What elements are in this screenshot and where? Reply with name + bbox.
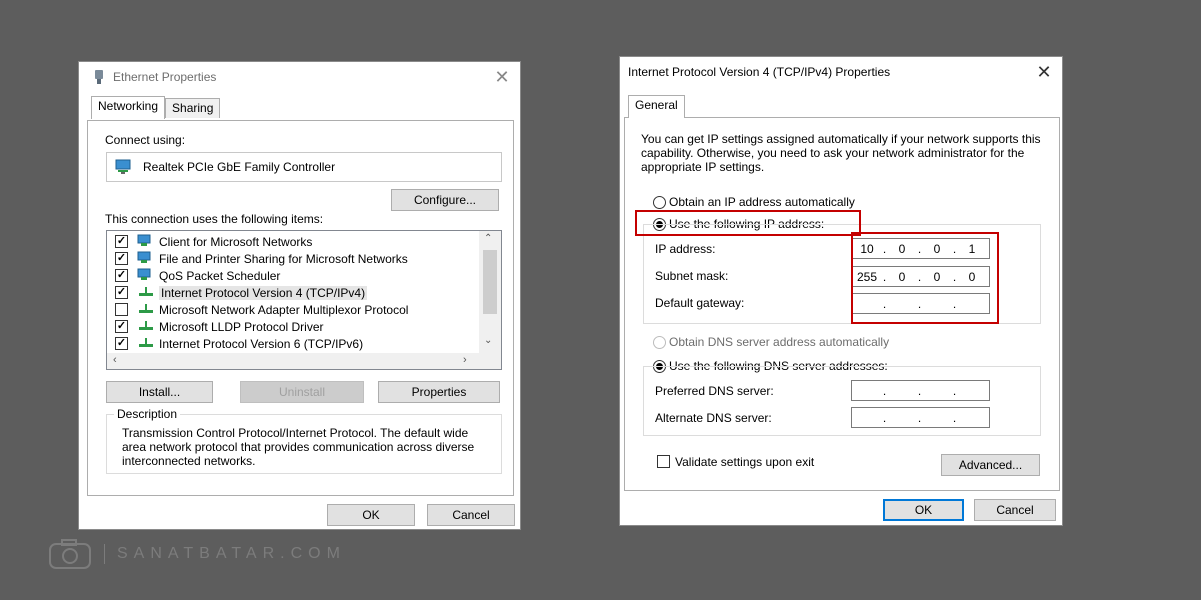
tab-sharing[interactable]: Sharing bbox=[165, 98, 221, 118]
preferred-dns-field[interactable]: . . . bbox=[851, 380, 990, 401]
protocol-icon bbox=[139, 287, 153, 296]
list-item[interactable]: ✓ Internet Protocol Version 6 (TCP/IPv6) bbox=[107, 335, 477, 352]
camera-icon bbox=[49, 539, 91, 569]
adapter-box: Realtek PCIe GbE Family Controller bbox=[106, 152, 502, 182]
list-item-label: Microsoft LLDP Protocol Driver bbox=[159, 320, 324, 334]
item-checkbox[interactable]: ✓ bbox=[115, 269, 128, 282]
item-checkbox[interactable] bbox=[115, 303, 128, 316]
adapter-name: Realtek PCIe GbE Family Controller bbox=[143, 160, 336, 174]
obtain-ip-label[interactable]: Obtain an IP address automatically bbox=[669, 195, 855, 209]
obtain-dns-radio[interactable] bbox=[653, 336, 666, 349]
watermark: SANATBATAR.COM bbox=[48, 538, 346, 570]
watermark-separator bbox=[104, 544, 105, 564]
items-label: This connection uses the following items… bbox=[105, 212, 324, 226]
intro-text: You can get IP settings assigned automat… bbox=[641, 132, 1041, 174]
ok-button[interactable]: OK bbox=[883, 499, 964, 521]
protocol-icon bbox=[139, 321, 153, 330]
install-button[interactable]: Install... bbox=[106, 381, 213, 403]
window-title: Internet Protocol Version 4 (TCP/IPv4) P… bbox=[628, 65, 891, 79]
protocol-icon bbox=[139, 304, 153, 313]
list-item-label: Internet Protocol Version 4 (TCP/IPv4) bbox=[159, 286, 368, 300]
advanced-button[interactable]: Advanced... bbox=[941, 454, 1040, 476]
highlight-ip-fields bbox=[851, 232, 999, 324]
list-item[interactable]: ✓ Microsoft LLDP Protocol Driver bbox=[107, 318, 477, 335]
scroll-left-icon[interactable]: ‹ bbox=[113, 354, 117, 366]
network-adapter-icon bbox=[95, 70, 103, 84]
uninstall-button[interactable]: Uninstall bbox=[240, 381, 364, 403]
list-item-label: Client for Microsoft Networks bbox=[159, 235, 313, 249]
list-item[interactable]: ✓ File and Printer Sharing for Microsoft … bbox=[107, 250, 477, 267]
cancel-button[interactable]: Cancel bbox=[974, 499, 1056, 521]
item-checkbox[interactable]: ✓ bbox=[115, 252, 128, 265]
ipv4-properties-window: Internet Protocol Version 4 (TCP/IPv4) P… bbox=[619, 56, 1063, 526]
alternate-dns-label: Alternate DNS server: bbox=[655, 411, 772, 425]
cancel-button[interactable]: Cancel bbox=[427, 504, 515, 526]
close-icon[interactable]: ✕ bbox=[1034, 62, 1054, 82]
dot-separator: . bbox=[882, 383, 887, 398]
tab-strip: Networking Sharing bbox=[91, 96, 221, 121]
ok-button[interactable]: OK bbox=[327, 504, 415, 526]
list-item[interactable]: ✓ Internet Protocol Version 4 (TCP/IPv4) bbox=[107, 284, 477, 301]
title-bar: Ethernet Properties ✕ bbox=[79, 62, 520, 92]
close-icon[interactable]: ✕ bbox=[492, 67, 512, 87]
configure-button[interactable]: Configure... bbox=[391, 189, 499, 211]
network-client-icon bbox=[137, 234, 151, 246]
list-item[interactable]: ✓ QoS Packet Scheduler bbox=[107, 267, 477, 284]
networking-panel: Connect using: Realtek PCIe GbE Family C… bbox=[87, 120, 514, 496]
items-rows: ✓ Client for Microsoft Networks ✓ File and … bbox=[107, 233, 477, 353]
description-text: Transmission Control Protocol/Internet P… bbox=[122, 426, 475, 468]
items-list: ✓ Client for Microsoft Networks ✓ File and … bbox=[106, 230, 502, 370]
connect-using-label: Connect using: bbox=[105, 133, 186, 147]
dot-separator: . bbox=[882, 410, 887, 425]
network-adapter-icon bbox=[115, 159, 131, 174]
obtain-dns-label[interactable]: Obtain DNS server address automatically bbox=[669, 335, 889, 349]
dot-separator: . bbox=[952, 383, 957, 398]
tab-general[interactable]: General bbox=[628, 95, 685, 118]
scroll-up-icon[interactable]: ⌃ bbox=[484, 233, 492, 244]
scroll-right-icon[interactable]: › bbox=[463, 354, 467, 366]
scroll-down-icon[interactable]: ⌄ bbox=[484, 335, 492, 346]
title-bar: Internet Protocol Version 4 (TCP/IPv4) P… bbox=[620, 57, 1062, 87]
ip-address-label: IP address: bbox=[655, 242, 716, 256]
description-label: Description bbox=[114, 407, 181, 421]
window-title: Ethernet Properties bbox=[113, 70, 217, 84]
network-client-icon bbox=[137, 268, 151, 280]
validate-label[interactable]: Validate settings upon exit bbox=[675, 455, 814, 469]
general-panel: You can get IP settings assigned automat… bbox=[624, 117, 1060, 491]
list-item-label: File and Printer Sharing for Microsoft N… bbox=[159, 252, 408, 266]
list-item-label: Internet Protocol Version 6 (TCP/IPv6) bbox=[159, 337, 364, 351]
list-item[interactable]: Microsoft Network Adapter Multiplexor Pr… bbox=[107, 301, 477, 318]
validate-checkbox[interactable] bbox=[657, 455, 670, 468]
horizontal-scrollbar[interactable]: ‹ › bbox=[107, 353, 501, 369]
highlight-use-ip bbox=[635, 210, 861, 236]
dot-separator: . bbox=[917, 383, 922, 398]
subnet-mask-label: Subnet mask: bbox=[655, 269, 729, 283]
item-checkbox[interactable]: ✓ bbox=[115, 337, 128, 350]
dot-separator: . bbox=[952, 410, 957, 425]
tab-networking[interactable]: Networking bbox=[91, 96, 166, 119]
item-checkbox[interactable]: ✓ bbox=[115, 235, 128, 248]
protocol-icon bbox=[139, 338, 153, 347]
item-checkbox[interactable]: ✓ bbox=[115, 320, 128, 333]
preferred-dns-label: Preferred DNS server: bbox=[655, 384, 774, 398]
default-gateway-label: Default gateway: bbox=[655, 296, 745, 310]
dot-separator: . bbox=[917, 410, 922, 425]
watermark-text: SANATBATAR.COM bbox=[117, 545, 346, 562]
list-item-label: QoS Packet Scheduler bbox=[159, 269, 281, 283]
properties-button[interactable]: Properties bbox=[378, 381, 500, 403]
tab-strip: General bbox=[628, 95, 685, 120]
ethernet-properties-window: Ethernet Properties ✕ Networking Sharing… bbox=[78, 61, 521, 530]
item-checkbox[interactable]: ✓ bbox=[115, 286, 128, 299]
scroll-thumb[interactable] bbox=[483, 250, 497, 314]
obtain-ip-radio[interactable] bbox=[653, 196, 666, 209]
list-item-label: Microsoft Network Adapter Multiplexor Pr… bbox=[159, 303, 409, 317]
list-item[interactable]: ✓ Client for Microsoft Networks bbox=[107, 233, 477, 250]
network-client-icon bbox=[137, 251, 151, 263]
alternate-dns-field[interactable]: . . . bbox=[851, 407, 990, 428]
vertical-scrollbar[interactable]: ⌃ ⌄ bbox=[479, 231, 501, 353]
